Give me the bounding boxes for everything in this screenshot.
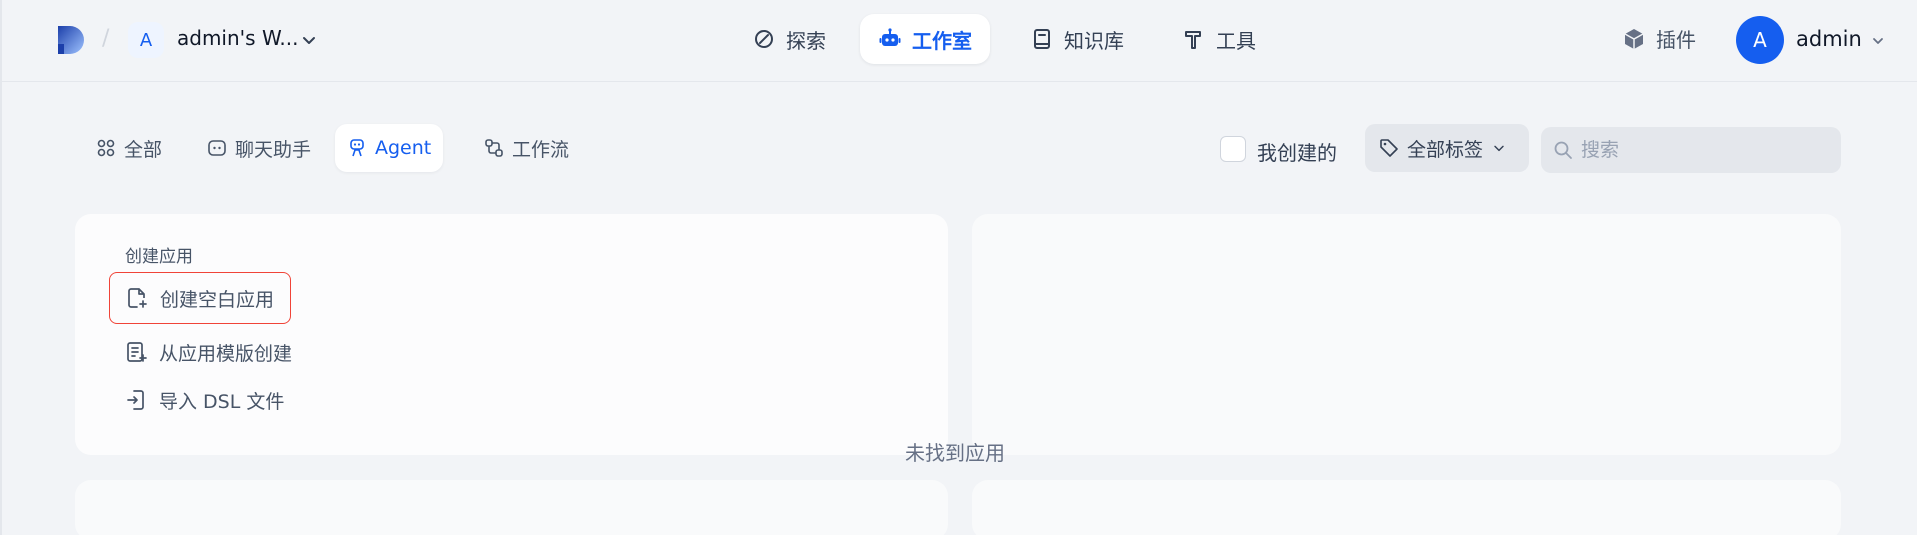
tab-workflow-label: 工作流: [512, 138, 570, 161]
agent-icon: [350, 139, 364, 157]
create-app-title: 创建应用: [125, 247, 193, 267]
chat-icon: [208, 140, 226, 156]
create-blank-app-label: 创建空白应用: [160, 288, 275, 311]
nav-explore[interactable]: 探索: [734, 14, 844, 64]
created-by-me-label[interactable]: 我创建的: [1257, 137, 1337, 166]
plugins-label: 插件: [1656, 28, 1696, 52]
import-dsl-button[interactable]: 导入 DSL 文件: [109, 374, 300, 426]
robot-icon: [879, 28, 901, 46]
cube-icon: [1624, 28, 1644, 49]
nav-explore-label: 探索: [786, 28, 826, 53]
nav-tools-label: 工具: [1216, 28, 1256, 53]
workflow-icon: [485, 139, 503, 157]
chevron-down-icon[interactable]: [1870, 33, 1886, 49]
template-icon: [127, 342, 147, 362]
user-name[interactable]: admin: [1796, 27, 1862, 51]
app-root: / A admin's W... 探索 工作室 知识库 工具 插件 A admi…: [0, 0, 1917, 535]
placeholder-card: [972, 480, 1841, 535]
file-import-icon: [127, 390, 144, 410]
tab-agent[interactable]: Agent: [335, 124, 444, 172]
tab-workflow[interactable]: 工作流: [472, 124, 581, 172]
tab-chatbot-label: 聊天助手: [235, 138, 312, 161]
compass-icon: [755, 30, 773, 48]
tab-chatbot[interactable]: 聊天助手: [195, 124, 323, 172]
nav-studio-label: 工作室: [912, 28, 972, 53]
empty-state-text: 未找到应用: [905, 441, 1005, 465]
search-input[interactable]: [1581, 139, 1821, 161]
create-from-template-button[interactable]: 从应用模版创建: [109, 326, 308, 378]
file-plus-icon: [128, 288, 147, 308]
placeholder-card: [75, 480, 948, 535]
nav-tools[interactable]: 工具: [1164, 14, 1274, 64]
import-dsl-label: 导入 DSL 文件: [159, 390, 285, 413]
nav-studio[interactable]: 工作室: [860, 14, 990, 64]
nav-knowledge[interactable]: 知识库: [1012, 14, 1142, 64]
create-from-template-label: 从应用模版创建: [159, 342, 293, 365]
tag-icon: [1380, 139, 1398, 157]
chevron-down-icon: [1494, 145, 1504, 152]
tab-agent-label: Agent: [375, 137, 432, 159]
book-icon: [1034, 29, 1050, 49]
top-header: / A admin's W... 探索 工作室 知识库 工具 插件 A admi…: [2, 0, 1917, 82]
create-app-card: 创建应用 创建空白应用 从应用模版创建 导入 DSL 文件: [75, 214, 948, 455]
tags-filter-button[interactable]: 全部标签: [1365, 124, 1529, 172]
tab-all[interactable]: 全部: [84, 124, 174, 172]
create-blank-app-button[interactable]: 创建空白应用: [109, 272, 292, 324]
created-by-me-checkbox[interactable]: [1220, 136, 1246, 162]
placeholder-card: [972, 214, 1841, 455]
search-icon: [1554, 141, 1572, 159]
tags-filter-label: 全部标签: [1407, 138, 1484, 161]
nav-knowledge-label: 知识库: [1064, 28, 1124, 53]
plugins-button[interactable]: 插件: [1622, 24, 1696, 53]
hammer-icon: [1185, 31, 1201, 49]
tab-all-label: 全部: [124, 138, 163, 161]
user-avatar[interactable]: A: [1736, 16, 1784, 64]
search-box[interactable]: [1541, 127, 1841, 173]
grid-icon: [97, 139, 115, 157]
